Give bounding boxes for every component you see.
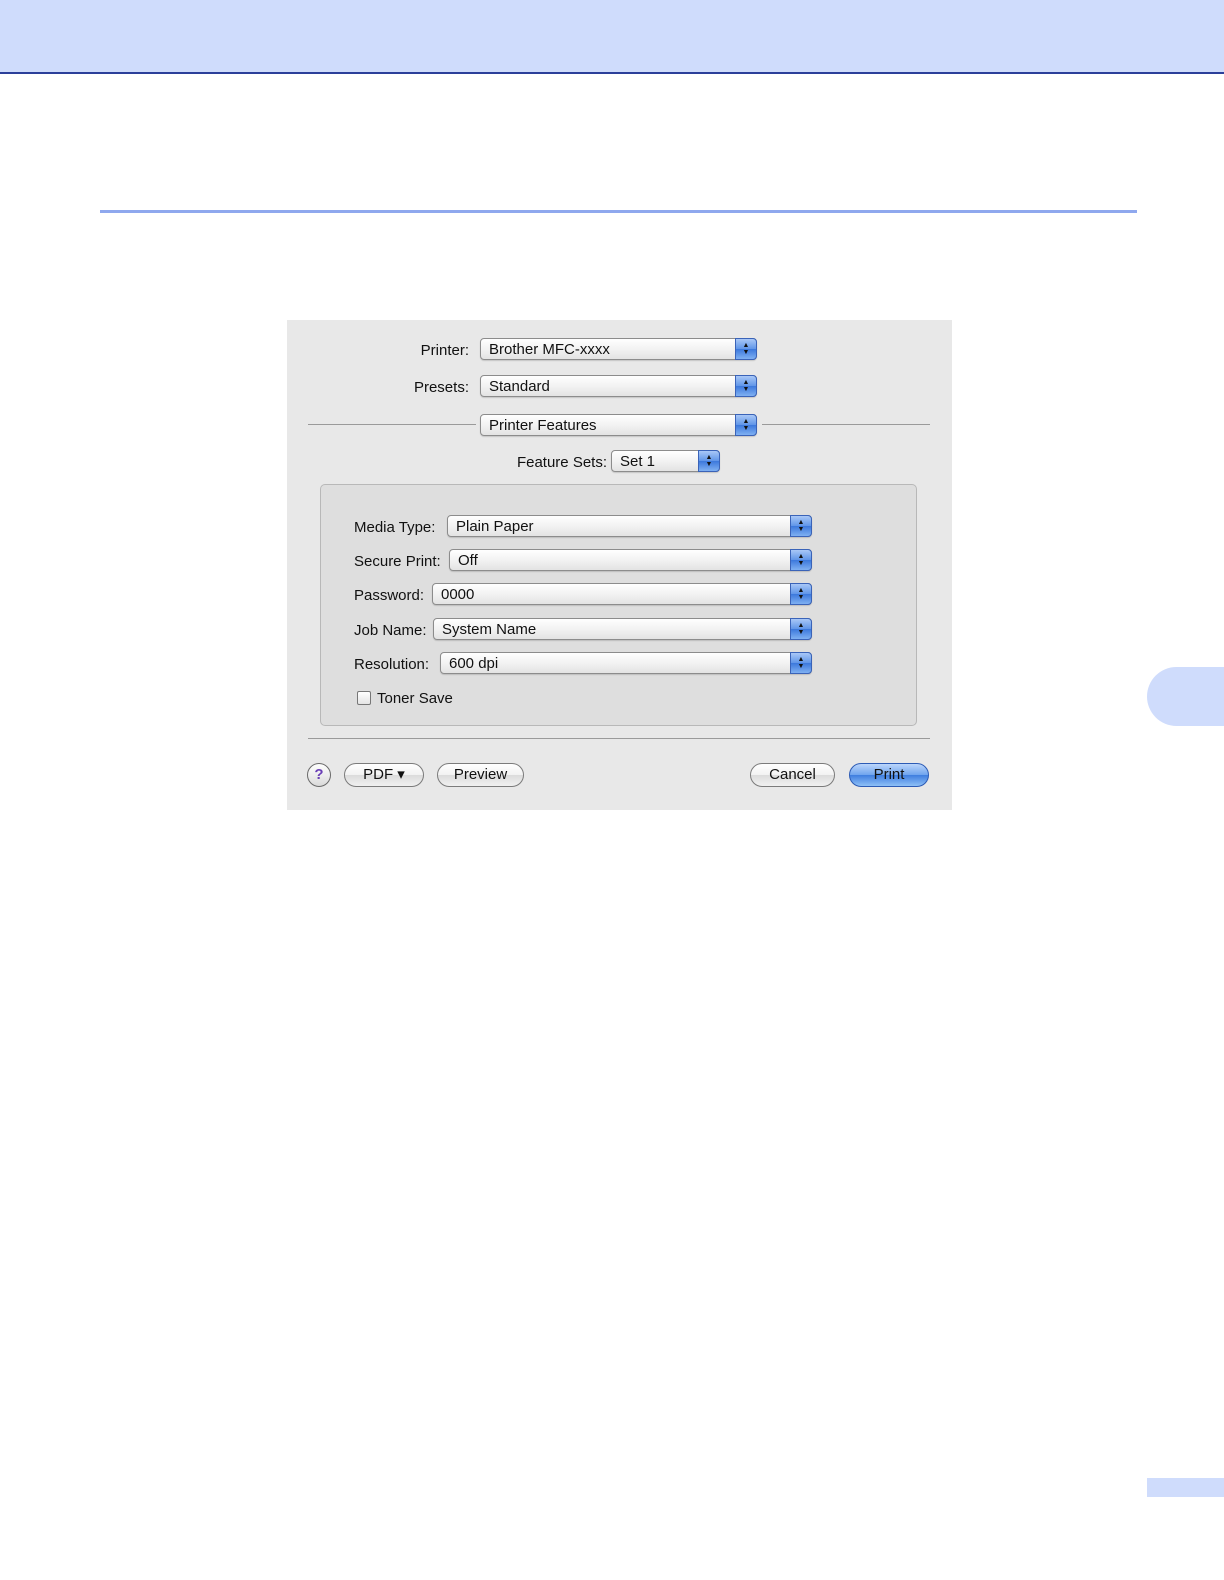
page-number-tab bbox=[1147, 1478, 1224, 1497]
updown-arrows-icon: ▲ ▼ bbox=[698, 450, 720, 472]
media-type-popup[interactable]: Plain Paper ▲ ▼ bbox=[447, 515, 812, 537]
printer-popup[interactable]: Brother MFC-xxxx ▲ ▼ bbox=[480, 338, 757, 360]
pane-value: Printer Features bbox=[489, 417, 597, 434]
pane-rule-left bbox=[308, 424, 476, 425]
printer-value: Brother MFC-xxxx bbox=[489, 341, 610, 358]
job-name-popup[interactable]: System Name ▲ ▼ bbox=[433, 618, 812, 640]
job-name-value: System Name bbox=[442, 621, 537, 638]
feature-sets-value: Set 1 bbox=[620, 453, 656, 470]
preview-button[interactable]: Preview bbox=[437, 763, 524, 787]
updown-arrows-icon: ▲ ▼ bbox=[735, 338, 757, 360]
question-icon: ? bbox=[314, 766, 324, 783]
updown-arrows-icon: ▲ ▼ bbox=[790, 549, 812, 571]
media-type-value: Plain Paper bbox=[456, 518, 534, 535]
toner-save-label: Toner Save bbox=[377, 690, 453, 707]
help-button[interactable]: ? bbox=[307, 763, 331, 787]
password-value: 0000 bbox=[441, 586, 475, 603]
page-header-band bbox=[0, 0, 1224, 74]
updown-arrows-icon: ▲ ▼ bbox=[735, 414, 757, 436]
presets-popup[interactable]: Standard ▲ ▼ bbox=[480, 375, 757, 397]
chapter-side-tab bbox=[1147, 667, 1224, 726]
secure-print-label: Secure Print: bbox=[354, 553, 441, 570]
updown-arrows-icon: ▲ ▼ bbox=[735, 375, 757, 397]
toner-save-checkbox[interactable] bbox=[357, 691, 371, 705]
updown-arrows-icon: ▲ ▼ bbox=[790, 583, 812, 605]
password-label: Password: bbox=[354, 587, 425, 604]
presets-label: Presets: bbox=[413, 379, 469, 396]
job-name-label: Job Name: bbox=[354, 622, 427, 639]
resolution-value: 600 dpi bbox=[449, 655, 499, 672]
feature-sets-popup[interactable]: Set 1 ▲ ▼ bbox=[611, 450, 720, 472]
print-button[interactable]: Print bbox=[849, 763, 929, 787]
cancel-button[interactable]: Cancel bbox=[750, 763, 835, 787]
bottom-separator bbox=[308, 738, 930, 739]
media-type-label: Media Type: bbox=[354, 519, 436, 536]
printer-label: Printer: bbox=[420, 342, 469, 359]
section-divider bbox=[100, 210, 1137, 213]
pane-popup[interactable]: Printer Features ▲ ▼ bbox=[480, 414, 757, 436]
pane-rule-right bbox=[762, 424, 930, 425]
secure-print-value: Off bbox=[458, 552, 478, 569]
presets-value: Standard bbox=[489, 378, 550, 395]
updown-arrows-icon: ▲ ▼ bbox=[790, 652, 812, 674]
secure-print-popup[interactable]: Off ▲ ▼ bbox=[449, 549, 812, 571]
password-popup[interactable]: 0000 ▲ ▼ bbox=[432, 583, 812, 605]
resolution-popup[interactable]: 600 dpi ▲ ▼ bbox=[440, 652, 812, 674]
updown-arrows-icon: ▲ ▼ bbox=[790, 515, 812, 537]
pdf-menu-button[interactable]: PDF ▾ bbox=[344, 763, 424, 787]
updown-arrows-icon: ▲ ▼ bbox=[790, 618, 812, 640]
printer-features-group: Media Type: Plain Paper ▲ ▼ Secure Print:… bbox=[320, 484, 917, 726]
resolution-label: Resolution: bbox=[354, 656, 430, 673]
print-dialog: Printer: Brother MFC-xxxx ▲ ▼ Presets: St… bbox=[287, 320, 952, 810]
feature-sets-label: Feature Sets: bbox=[516, 454, 607, 471]
